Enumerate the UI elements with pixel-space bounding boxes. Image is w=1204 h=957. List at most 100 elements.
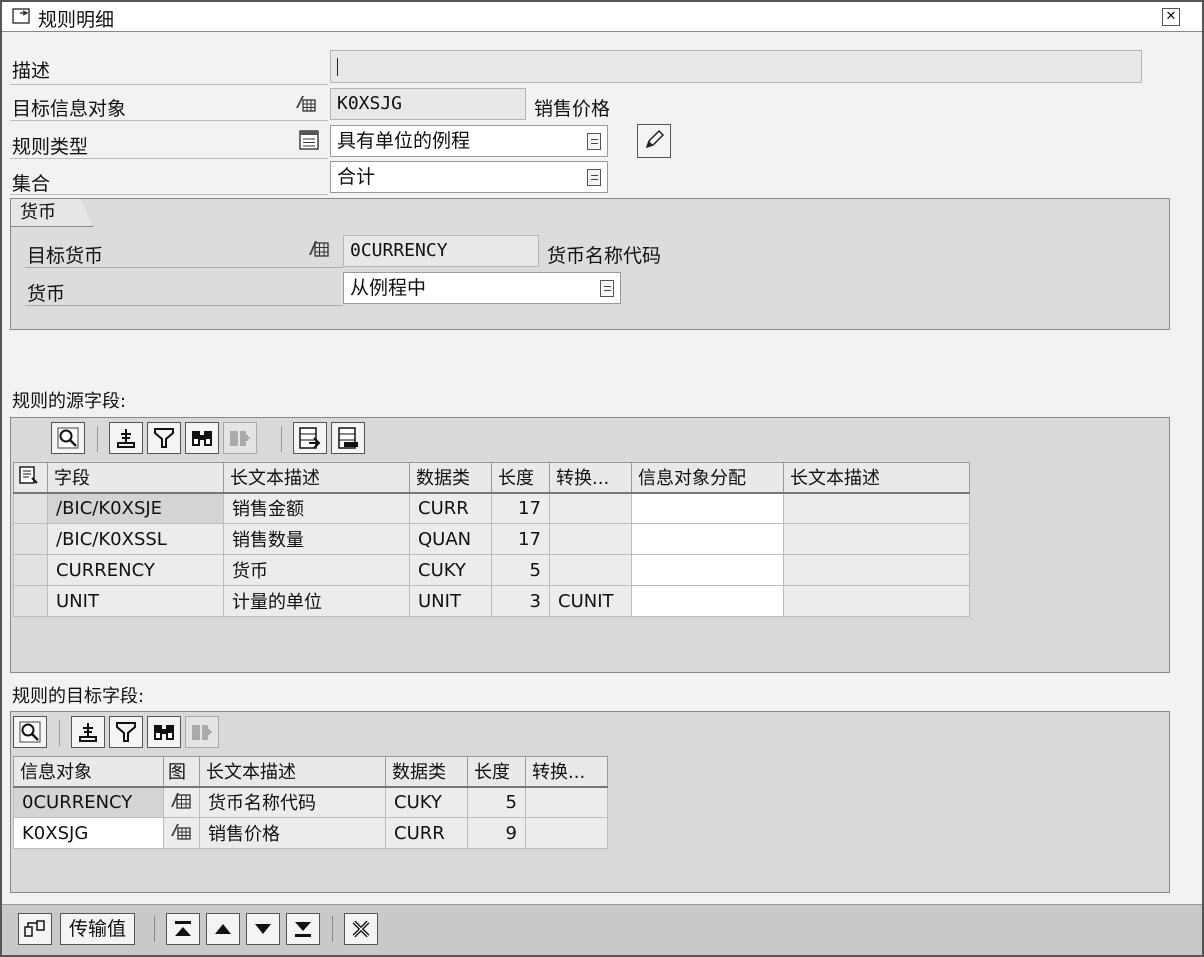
row-selector[interactable] bbox=[13, 554, 48, 586]
cell-field[interactable]: CURRENCY bbox=[47, 554, 224, 586]
cell-conv: CUNIT bbox=[549, 585, 632, 617]
target-currency-label: 目标货币 bbox=[27, 245, 104, 267]
col-length[interactable]: 长度 bbox=[467, 756, 526, 788]
characteristic-icon bbox=[171, 792, 191, 809]
cell-desc: 销售价格 bbox=[199, 817, 386, 849]
row-divider bbox=[10, 84, 328, 85]
table-row[interactable]: K0XSJG 销售价格 CURR 9 bbox=[13, 817, 608, 849]
table-row[interactable]: UNIT 计量的单位 UNIT 3 CUNIT bbox=[13, 585, 970, 617]
cell-field[interactable]: UNIT bbox=[47, 585, 224, 617]
target-io-text: 销售价格 bbox=[534, 98, 611, 120]
table-row[interactable]: /BIC/K0XSSL 销售数量 QUAN 17 bbox=[13, 523, 970, 555]
source-expand-button[interactable] bbox=[293, 422, 327, 454]
col-info-object[interactable]: 信息对象 bbox=[13, 756, 164, 788]
rule-type-select[interactable]: 具有单位的例程 bbox=[330, 125, 608, 157]
desc-label: 描述 bbox=[12, 60, 51, 82]
cell-icon bbox=[163, 817, 200, 849]
table-row[interactable]: CURRENCY 货币 CUKY 5 bbox=[13, 554, 970, 586]
currency-select[interactable]: 从例程中 bbox=[343, 272, 621, 304]
col-data-type[interactable]: 数据类 bbox=[409, 462, 492, 494]
col-long-desc[interactable]: 长文本描述 bbox=[223, 462, 410, 494]
rule-type-label: 规则类型 bbox=[12, 136, 89, 158]
cell-io-assign-input[interactable] bbox=[631, 492, 784, 524]
col-icon[interactable]: 图 bbox=[163, 756, 200, 788]
window-menu-icon[interactable] bbox=[12, 8, 32, 26]
col-conversion[interactable]: 转换... bbox=[549, 462, 632, 494]
cell-info-object[interactable]: K0XSJG bbox=[13, 817, 164, 849]
agg-label: 集合 bbox=[12, 173, 51, 195]
col-long-desc-2[interactable]: 长文本描述 bbox=[783, 462, 970, 494]
target-find-button[interactable] bbox=[147, 716, 181, 748]
col-conversion[interactable]: 转换... bbox=[525, 756, 608, 788]
col-io-assignment[interactable]: 信息对象分配 bbox=[631, 462, 784, 494]
row-selector[interactable] bbox=[13, 492, 48, 524]
target-currency-field: 0CURRENCY bbox=[343, 235, 539, 267]
cell-io-assign-input[interactable] bbox=[631, 554, 784, 586]
target-find-next-button[interactable] bbox=[185, 716, 219, 748]
binoculars-icon bbox=[192, 431, 212, 446]
cell-conv bbox=[549, 554, 632, 586]
row-selector[interactable] bbox=[13, 523, 48, 555]
rule-type-value: 具有单位的例程 bbox=[337, 130, 471, 152]
magnifier-icon bbox=[57, 427, 79, 449]
cell-type: CURR bbox=[385, 817, 468, 849]
cell-field[interactable]: /BIC/K0XSJE bbox=[47, 492, 224, 524]
cell-length: 17 bbox=[491, 492, 550, 524]
target-sort-asc-button[interactable] bbox=[71, 716, 105, 748]
transfer-values-button[interactable]: 传输值 bbox=[60, 913, 136, 945]
currency-value: 从例程中 bbox=[350, 277, 427, 299]
col-long-desc[interactable]: 长文本描述 bbox=[199, 756, 386, 788]
cell-io-assign-input[interactable] bbox=[631, 523, 784, 555]
cell-io-assign-input[interactable] bbox=[631, 585, 784, 617]
dropdown-icon[interactable] bbox=[587, 169, 601, 186]
desc-input[interactable] bbox=[330, 50, 1142, 83]
dropdown-icon[interactable] bbox=[600, 280, 614, 297]
cell-desc: 销售金额 bbox=[223, 492, 410, 524]
target-header-row: 信息对象 图 长文本描述 数据类 长度 转换... bbox=[13, 756, 608, 788]
cell-length: 3 bbox=[491, 585, 550, 617]
table-row[interactable]: 0CURRENCY 货币名称代码 CUKY 5 bbox=[13, 786, 608, 818]
select-all-cell[interactable] bbox=[13, 462, 48, 494]
agg-select[interactable]: 合计 bbox=[330, 161, 608, 193]
table-row[interactable]: /BIC/K0XSJE 销售金额 CURR 17 bbox=[13, 492, 970, 524]
find-next-icon bbox=[230, 431, 250, 446]
target-io-field: K0XSJG bbox=[330, 88, 526, 120]
hierarchy-button[interactable] bbox=[18, 913, 52, 945]
filter-icon bbox=[154, 428, 174, 448]
source-sort-asc-button[interactable] bbox=[109, 422, 143, 454]
dropdown-icon[interactable] bbox=[587, 133, 601, 150]
source-details-button[interactable] bbox=[51, 422, 85, 454]
cell-field[interactable]: /BIC/K0XSSL bbox=[47, 523, 224, 555]
first-page-icon bbox=[175, 921, 191, 936]
cancel-button[interactable] bbox=[344, 913, 378, 945]
window-title: 规则明细 bbox=[38, 9, 115, 31]
row-divider bbox=[10, 120, 328, 121]
close-icon[interactable]: ✕ bbox=[1162, 8, 1180, 26]
source-find-button[interactable] bbox=[185, 422, 219, 454]
cell-length: 9 bbox=[467, 817, 526, 849]
currency-group-title: 货币 bbox=[11, 199, 93, 227]
col-data-type[interactable]: 数据类 bbox=[385, 756, 468, 788]
cell-type: CUKY bbox=[409, 554, 492, 586]
cell-length: 5 bbox=[491, 554, 550, 586]
target-details-button[interactable] bbox=[13, 716, 47, 748]
currency-group: 货币 目标货币 0CURRENCY 货币名称代码 货币 从例程中 bbox=[10, 198, 1170, 330]
source-filter-button[interactable] bbox=[147, 422, 181, 454]
target-filter-button[interactable] bbox=[109, 716, 143, 748]
next-page-button[interactable] bbox=[246, 913, 280, 945]
hierarchy-icon bbox=[24, 920, 45, 937]
previous-page-button[interactable] bbox=[206, 913, 240, 945]
cell-desc2 bbox=[783, 585, 970, 617]
cell-info-object[interactable]: 0CURRENCY bbox=[13, 786, 164, 818]
row-selector[interactable] bbox=[13, 585, 48, 617]
col-field[interactable]: 字段 bbox=[47, 462, 224, 494]
target-fields-title: 规则的目标字段: bbox=[12, 686, 145, 707]
currency-label: 货币 bbox=[27, 283, 66, 305]
cell-type: UNIT bbox=[409, 585, 492, 617]
last-page-button[interactable] bbox=[286, 913, 320, 945]
source-collapse-button[interactable] bbox=[331, 422, 365, 454]
source-find-next-button[interactable] bbox=[223, 422, 257, 454]
edit-routine-button[interactable] bbox=[637, 124, 671, 158]
first-page-button[interactable] bbox=[166, 913, 200, 945]
col-length[interactable]: 长度 bbox=[491, 462, 550, 494]
